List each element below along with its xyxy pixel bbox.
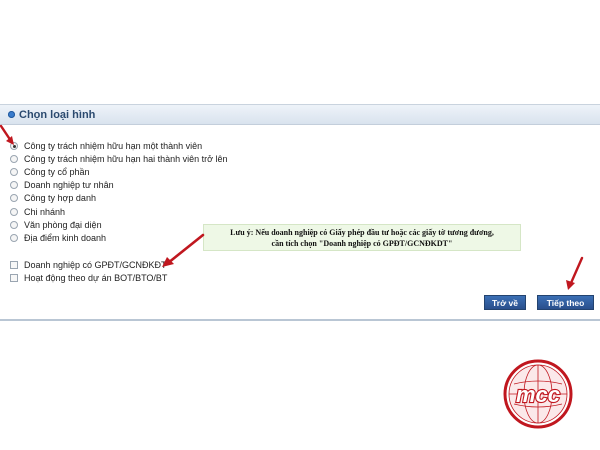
- checkbox-option-bot[interactable]: Hoạt động theo dự án BOT/BTO/BT: [10, 272, 167, 286]
- business-type-panel: Chọn loại hình Công ty trách nhiệm hữu h…: [0, 104, 600, 321]
- panel-title: Chọn loại hình: [19, 108, 96, 121]
- radio-label: Địa điểm kinh doanh: [24, 232, 107, 243]
- radio-button[interactable]: [10, 167, 18, 176]
- note-box: Lưu ý: Nếu doanh nghiệp có Giấy phép đầu…: [203, 224, 521, 251]
- radio-option[interactable]: Công ty trách nhiệm hữu hạn hai thành vi…: [10, 152, 228, 165]
- radio-button[interactable]: [10, 220, 18, 229]
- radio-button[interactable]: [10, 154, 18, 163]
- checkbox-option-gpdt[interactable]: Doanh nghiệp có GPĐT/GCNĐKĐT: [10, 258, 167, 272]
- checkbox[interactable]: [10, 260, 18, 269]
- radio-label: Văn phòng đại diện: [24, 219, 102, 230]
- business-type-radio-group: Công ty trách nhiệm hữu hạn một thành vi…: [10, 139, 228, 245]
- radio-option[interactable]: Công ty cổ phần: [10, 165, 228, 178]
- header-bullet-icon: [8, 111, 15, 118]
- radio-label: Công ty trách nhiệm hữu hạn một thành vi…: [24, 140, 203, 151]
- arrow-icon: [0, 124, 14, 145]
- radio-button[interactable]: [10, 233, 18, 242]
- radio-label: Doanh nghiệp tư nhân: [24, 180, 114, 191]
- logo-text: mcc: [516, 382, 560, 407]
- extra-options-checkbox-group: Doanh nghiệp có GPĐT/GCNĐKĐT Hoạt động t…: [10, 258, 167, 285]
- radio-label: Công ty hợp danh: [24, 193, 96, 204]
- note-line-2: cần tích chọn "Doanh nghiệp có GPĐT/GCNĐ…: [271, 239, 453, 248]
- radio-option[interactable]: Công ty trách nhiệm hữu hạn một thành vi…: [10, 139, 228, 152]
- radio-label: Công ty cổ phần: [24, 166, 90, 177]
- arrow-icon: [566, 256, 584, 290]
- radio-button[interactable]: [10, 207, 18, 216]
- radio-option[interactable]: Văn phòng đại diện: [10, 218, 228, 231]
- radio-label: Công ty trách nhiệm hữu hạn hai thành vi…: [24, 153, 228, 164]
- radio-option[interactable]: Doanh nghiệp tư nhân: [10, 179, 228, 192]
- checkbox-label: Doanh nghiệp có GPĐT/GCNĐKĐT: [24, 259, 167, 270]
- radio-option[interactable]: Chi nhánh: [10, 205, 228, 218]
- checkbox[interactable]: [10, 274, 18, 283]
- arrow-icon: [162, 233, 205, 267]
- checkbox-label: Hoạt động theo dự án BOT/BTO/BT: [24, 273, 168, 284]
- radio-option[interactable]: Công ty hợp danh: [10, 192, 228, 205]
- radio-button[interactable]: [10, 181, 18, 190]
- next-button[interactable]: Tiếp theo: [537, 295, 594, 310]
- panel-header: Chọn loại hình: [0, 105, 600, 125]
- mcc-logo-icon: mcc: [503, 359, 573, 429]
- note-line-1: Lưu ý: Nếu doanh nghiệp có Giấy phép đầu…: [230, 228, 494, 237]
- radio-button[interactable]: [10, 194, 18, 203]
- back-button[interactable]: Trở về: [484, 295, 526, 310]
- radio-label: Chi nhánh: [24, 206, 66, 217]
